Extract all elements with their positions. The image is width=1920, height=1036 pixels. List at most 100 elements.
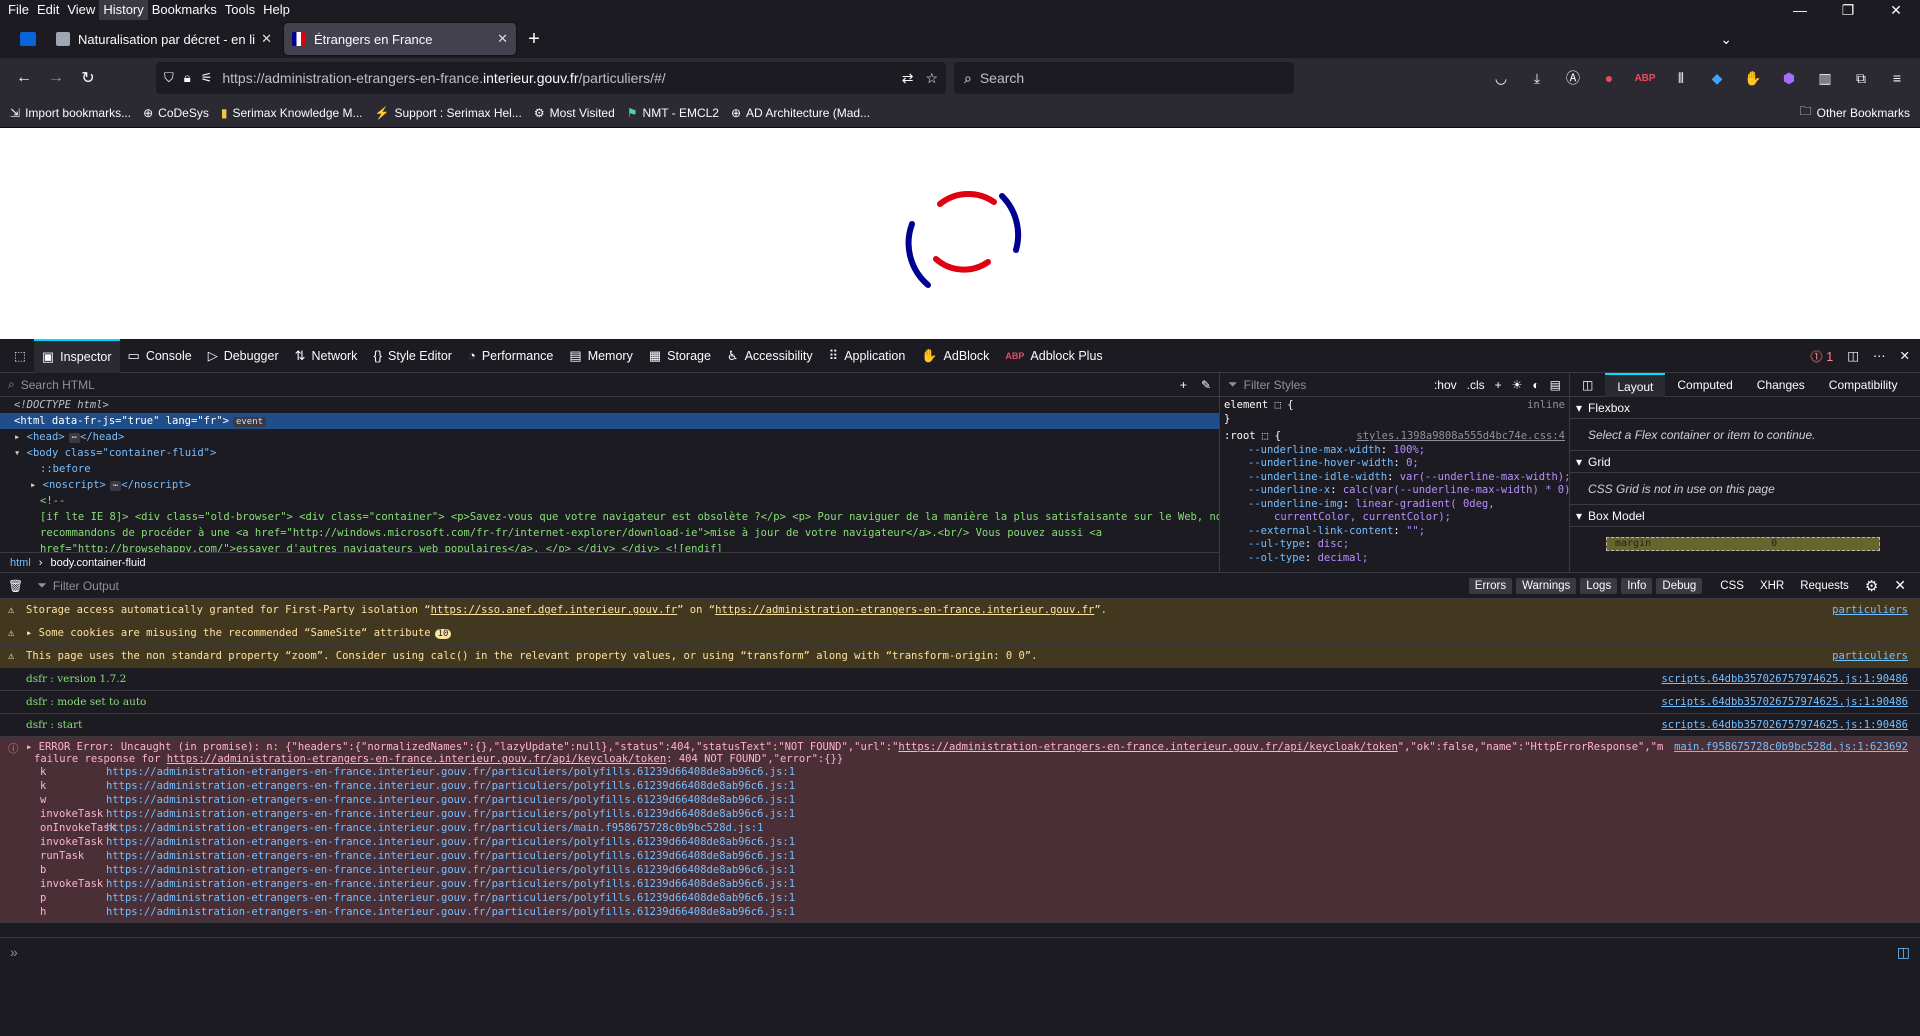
margin-value[interactable]: 0: [1771, 538, 1777, 550]
forward-arrow-icon[interactable]: →: [40, 62, 72, 94]
css-declaration[interactable]: --ol-type: decimal;: [1220, 552, 1569, 566]
back-arrow-icon[interactable]: ←: [8, 62, 40, 94]
bookmark-star-icon[interactable]: ☆: [925, 70, 938, 87]
tab-style-editor[interactable]: {} Style Editor: [365, 339, 460, 373]
eyedropper-icon[interactable]: ✎: [1201, 378, 1211, 392]
close-tab-icon[interactable]: ✕: [261, 31, 272, 47]
css-declaration[interactable]: --underline-x: calc(var(--underline-max-…: [1220, 484, 1569, 498]
bookmark-ad-architecture[interactable]: ⊕ AD Architecture (Mad...: [731, 106, 870, 120]
css-declaration[interactable]: --underline-img: linear-gradient( 0deg,: [1220, 498, 1569, 512]
close-window-button[interactable]: ✕: [1872, 2, 1920, 19]
light-mode-icon[interactable]: ☀: [1512, 378, 1523, 392]
stack-file-link[interactable]: https://administration-etrangers-en-fran…: [106, 793, 795, 807]
search-html-bar[interactable]: ⌕ Search HTML + ✎: [0, 373, 1219, 397]
close-split-console-icon[interactable]: ✕: [1888, 575, 1912, 596]
pocket-icon[interactable]: ◡: [1486, 64, 1516, 92]
adblock-hand-icon[interactable]: ✋: [1738, 64, 1768, 92]
sidebar-icon[interactable]: ◫: [1570, 373, 1605, 397]
extension-purple-icon[interactable]: ⬢: [1774, 64, 1804, 92]
filter-styles-input[interactable]: Filter Styles: [1244, 378, 1307, 392]
stack-file-link[interactable]: https://administration-etrangers-en-fran…: [106, 905, 795, 919]
extensions-puzzle-icon[interactable]: ⧉: [1846, 64, 1876, 92]
css-declaration[interactable]: --ul-type: disc;: [1220, 538, 1569, 552]
tab-storage[interactable]: ▦ Storage: [641, 339, 719, 373]
translate-icon[interactable]: ⇄: [902, 70, 914, 87]
filter-output-input[interactable]: Filter Output: [53, 579, 119, 593]
shield-icon[interactable]: ⛉: [164, 70, 174, 86]
tab-computed[interactable]: Computed: [1665, 373, 1744, 397]
bookmark-import[interactable]: ⇲ Import bookmarks...: [10, 106, 131, 120]
expand-arrow-icon[interactable]: ▸: [26, 627, 39, 639]
stack-file-link[interactable]: https://administration-etrangers-en-fran…: [106, 891, 795, 905]
tab-compatibility[interactable]: Compatibility: [1817, 373, 1910, 397]
search-bar[interactable]: ⌕ Search: [954, 62, 1294, 94]
hamburger-menu-icon[interactable]: ≡: [1882, 64, 1912, 92]
stack-file-link[interactable]: https://administration-etrangers-en-fran…: [106, 863, 795, 877]
stack-file-link[interactable]: https://administration-etrangers-en-fran…: [106, 849, 795, 863]
new-tab-button[interactable]: +: [520, 28, 548, 51]
console-settings-gear-icon[interactable]: ⚙: [1859, 575, 1884, 597]
css-declaration[interactable]: --underline-idle-width: var(--underline-…: [1220, 471, 1569, 485]
filter-errors[interactable]: Errors: [1468, 577, 1513, 594]
stack-file-link[interactable]: https://administration-etrangers-en-fran…: [106, 779, 795, 793]
filter-styles-bar[interactable]: ⏷ Filter Styles :hov .cls + ☀ ◐ ▤: [1220, 373, 1569, 397]
tab-application[interactable]: ⠿ Application: [821, 339, 914, 373]
html-node[interactable]: <html data-fr-js="true" lang="fr"> event: [0, 413, 1219, 429]
before-pseudo-node[interactable]: ::before: [0, 461, 1219, 477]
menu-tools[interactable]: Tools: [221, 0, 259, 20]
error-url-link[interactable]: https://administration-etrangers-en-fran…: [898, 741, 1397, 753]
box-model-margin[interactable]: margin 0: [1606, 537, 1880, 551]
console-input[interactable]: » ◫: [0, 937, 1920, 1001]
close-devtools-icon[interactable]: ✕: [1900, 348, 1910, 363]
library-icon[interactable]: ⫴: [1666, 64, 1696, 92]
close-tab-icon[interactable]: ✕: [497, 31, 508, 47]
bookmark-serimax-knowledge[interactable]: ▮ Serimax Knowledge M...: [221, 106, 363, 120]
filter-css[interactable]: CSS: [1714, 578, 1750, 594]
tab-inspector[interactable]: ▣ Inspector: [33, 338, 120, 373]
tab-adblock[interactable]: ✋ AdBlock: [913, 339, 997, 373]
grid-section-header[interactable]: ▾ Grid: [1570, 451, 1920, 473]
bookmark-nmt[interactable]: ⚑ NMT - EMCL2: [627, 106, 719, 120]
trash-icon[interactable]: 🗑︎: [8, 579, 23, 593]
console-warning-group[interactable]: ⚠ ▸ Some cookies are misusing the recomm…: [0, 622, 1920, 645]
element-rule[interactable]: element ⬚ {inline: [1220, 399, 1569, 413]
flexbox-section-header[interactable]: ▾ Flexbox: [1570, 397, 1920, 419]
root-rule[interactable]: :root ⬚ {styles.1398a9808a555d4bc74e.css…: [1220, 430, 1569, 444]
url-bar[interactable]: ⛉ 🔒︎ ⚟ https://administration-etrangers-…: [156, 62, 946, 94]
css-declaration[interactable]: --underline-hover-width: 0;: [1220, 457, 1569, 471]
stack-file-link[interactable]: https://administration-etrangers-en-fran…: [106, 807, 795, 821]
message-source-link[interactable]: scripts.64dbb357026757974625.js:1:90486: [1661, 719, 1908, 731]
tab-debugger[interactable]: ▷ Debugger: [200, 339, 287, 373]
extension-red-icon[interactable]: ●: [1594, 64, 1624, 92]
menu-edit[interactable]: Edit: [33, 0, 63, 20]
tab-accessibility[interactable]: ♿︎ Accessibility: [719, 339, 821, 373]
warning-link[interactable]: https://administration-etrangers-en-fran…: [715, 604, 1094, 616]
stack-file-link[interactable]: https://administration-etrangers-en-fran…: [106, 835, 795, 849]
editor-mode-icon[interactable]: ◫: [1897, 944, 1910, 995]
stack-file-link[interactable]: https://administration-etrangers-en-fran…: [106, 765, 795, 779]
element-picker-icon[interactable]: ⬚: [6, 339, 34, 373]
menu-file[interactable]: File: [4, 0, 33, 20]
head-node[interactable]: ▸ <head> ⋯ </head>: [0, 429, 1219, 445]
css-declaration[interactable]: --underline-max-width: 100%;: [1220, 444, 1569, 458]
error-count-badge[interactable]: ⓵ 1: [1810, 346, 1833, 365]
other-bookmarks[interactable]: 🗀 Other Bookmarks: [1800, 102, 1910, 123]
abp-icon[interactable]: ABP: [1630, 64, 1660, 92]
cls-toggle[interactable]: .cls: [1467, 378, 1485, 392]
list-all-tabs-chevron-icon[interactable]: ⌄: [1720, 31, 1732, 48]
lock-icon[interactable]: 🔒︎: [184, 70, 191, 86]
warning-link[interactable]: https://sso.anef.dgef.interieur.gouv.fr: [431, 604, 678, 616]
tab-layout[interactable]: Layout: [1605, 372, 1666, 397]
tab-etrangers[interactable]: Étrangers en France ✕: [284, 23, 516, 55]
extension-blue-icon[interactable]: ◆: [1702, 64, 1732, 92]
message-source-link[interactable]: scripts.64dbb357026757974625.js:1:90486: [1661, 673, 1908, 685]
bookmark-most-visited[interactable]: ⚙ Most Visited: [534, 106, 615, 120]
tab-naturalisation[interactable]: Naturalisation par décret - en li ✕: [48, 23, 280, 55]
collapsed-badge[interactable]: ⋯: [109, 481, 122, 491]
error-url-link[interactable]: https://administration-etrangers-en-fran…: [167, 753, 666, 765]
tab-memory[interactable]: ▤ Memory: [561, 339, 640, 373]
message-source-link[interactable]: particuliers: [1832, 604, 1908, 616]
outlook-icon[interactable]: [8, 23, 48, 55]
tab-adblock-plus[interactable]: ABP Adblock Plus: [997, 339, 1110, 373]
message-source-link[interactable]: particuliers: [1832, 650, 1908, 662]
